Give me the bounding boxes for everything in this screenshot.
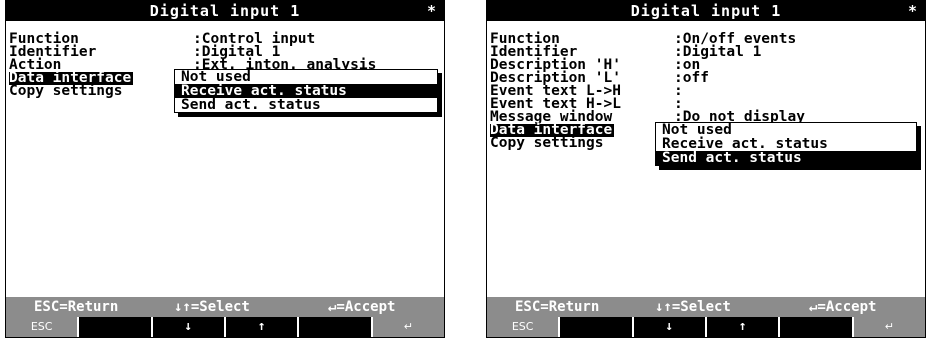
- data-interface-dropdown[interactable]: Not used Receive act. status Send act. s…: [174, 69, 438, 113]
- dropdown-option-receive[interactable]: Receive act. status: [175, 84, 437, 98]
- asterisk-icon: *: [907, 2, 917, 20]
- esc-softkey[interactable]: ESC: [6, 317, 78, 337]
- select-hint: ↓↑=Select: [174, 299, 250, 315]
- blank-softkey[interactable]: [558, 317, 631, 337]
- asterisk-icon: *: [426, 2, 436, 20]
- softkey-bar: ESC ↓ ↑ ↵: [487, 317, 925, 337]
- up-arrow-softkey[interactable]: ↑: [223, 317, 297, 337]
- right-screen: Digital input 1 * Function :On/off event…: [486, 0, 926, 338]
- softkey-bar: ESC ↓ ↑ ↵: [6, 317, 444, 337]
- dropdown-option-not-used[interactable]: Not used: [175, 70, 437, 85]
- dropdown-option-send[interactable]: Send act. status: [656, 151, 916, 165]
- select-hint: ↓↑=Select: [655, 299, 731, 315]
- up-arrow-softkey[interactable]: ↑: [704, 317, 778, 337]
- hint-bar: ESC=Return ↓↑=Select ↵=Accept: [6, 297, 444, 317]
- left-screen: Digital input 1 * Function :Control inpu…: [5, 0, 445, 338]
- screen-title: Digital input 1: [630, 2, 782, 20]
- esc-hint: ESC=Return: [515, 299, 600, 315]
- down-arrow-softkey[interactable]: ↓: [631, 317, 705, 337]
- blank-softkey[interactable]: [297, 317, 370, 337]
- down-arrow-softkey[interactable]: ↓: [150, 317, 224, 337]
- dropdown-option-send[interactable]: Send act. status: [175, 98, 437, 113]
- enter-softkey[interactable]: ↵: [370, 317, 444, 337]
- esc-hint: ESC=Return: [34, 299, 119, 315]
- title-bar: Digital input 1 *: [6, 1, 444, 21]
- settings-list: Function :On/off events Identifier :Digi…: [490, 25, 923, 295]
- accept-hint: ↵=Accept: [328, 299, 396, 315]
- hint-bar: ESC=Return ↓↑=Select ↵=Accept: [487, 297, 925, 317]
- blank-softkey[interactable]: [77, 317, 150, 337]
- enter-softkey[interactable]: ↵: [851, 317, 925, 337]
- esc-softkey[interactable]: ESC: [487, 317, 559, 337]
- blank-softkey[interactable]: [778, 317, 851, 337]
- screen-title: Digital input 1: [149, 2, 301, 20]
- accept-hint: ↵=Accept: [809, 299, 877, 315]
- setting-label: Copy settings: [490, 135, 604, 151]
- dropdown-option-not-used[interactable]: Not used: [656, 123, 916, 138]
- dropdown-option-receive[interactable]: Receive act. status: [656, 137, 916, 152]
- data-interface-dropdown[interactable]: Not used Receive act. status Send act. s…: [655, 122, 917, 166]
- settings-list: Function :Control input Identifier :Digi…: [9, 25, 442, 295]
- title-bar: Digital input 1 *: [487, 1, 925, 21]
- setting-label: Copy settings: [9, 83, 123, 99]
